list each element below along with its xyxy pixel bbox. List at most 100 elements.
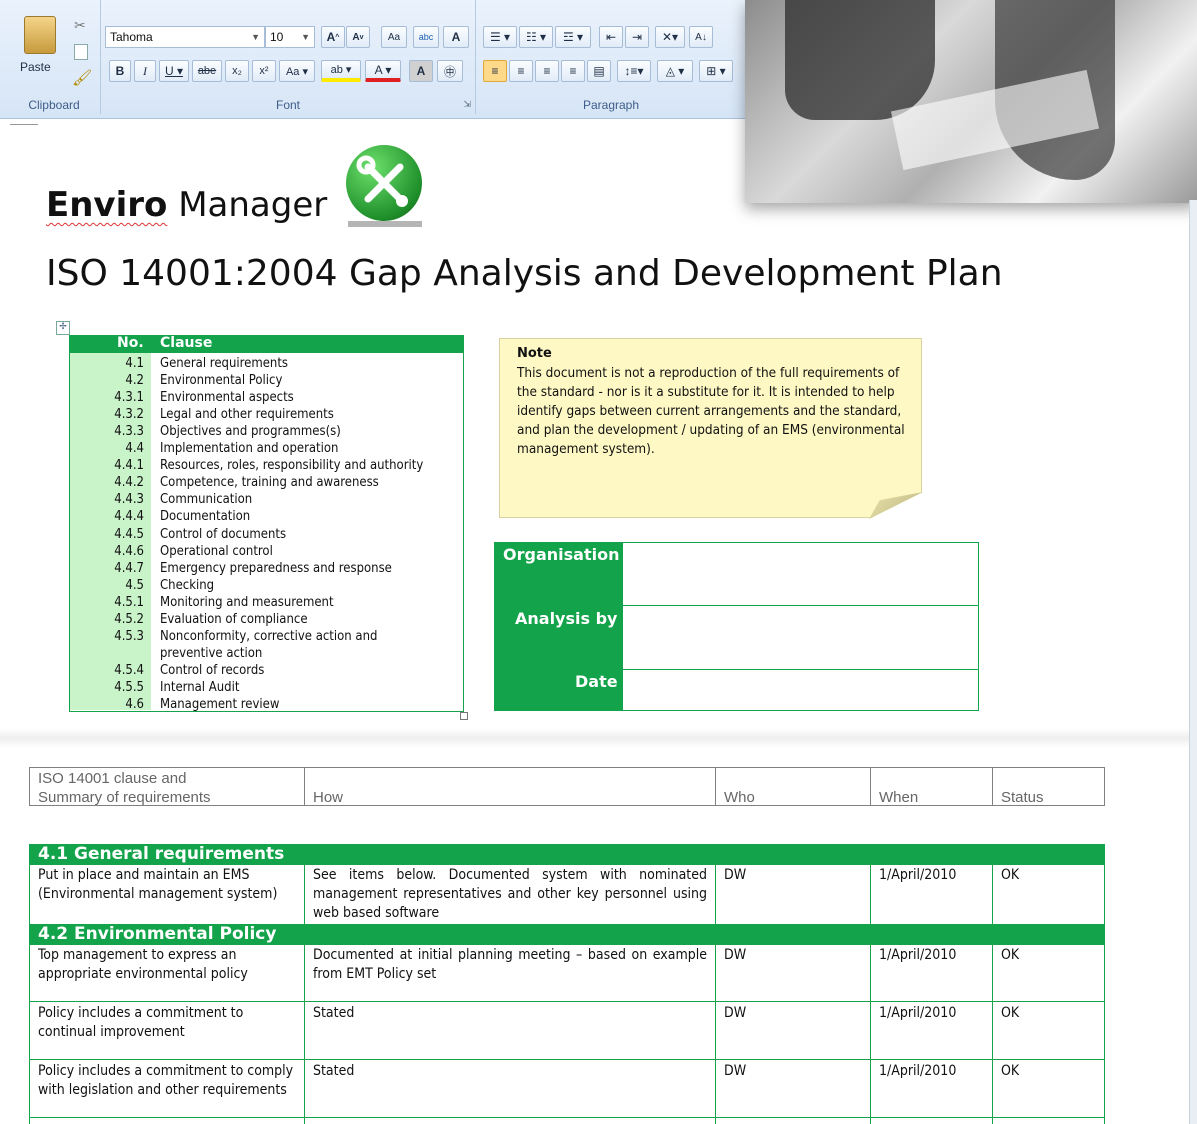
row-requirement[interactable]: Policy includes a commitment to continua… <box>29 1002 304 1042</box>
font-color-button[interactable]: A ▾ <box>365 60 401 82</box>
change-case-button[interactable]: Aa ▾ <box>279 60 315 82</box>
strikethrough-button[interactable]: abe <box>192 60 222 82</box>
grid-line <box>1104 844 1105 1124</box>
clause-label: Monitoring and measurement <box>160 594 334 610</box>
row-when[interactable]: 1/April/2010 <box>870 1060 992 1081</box>
row-who[interactable]: DW <box>715 864 870 885</box>
clause-number: 4.4.1 <box>114 458 144 474</box>
align-right-button[interactable]: ≡ <box>535 60 559 82</box>
row-who[interactable]: DW <box>715 1060 870 1081</box>
table-move-handle-icon[interactable]: ✢ <box>56 321 70 335</box>
clause-label: Implementation and operation <box>160 441 339 457</box>
clause-label: Control of documents <box>160 526 287 542</box>
brand-title: Enviro Manager <box>46 185 327 225</box>
shading-button[interactable]: ◬ ▾ <box>657 60 693 82</box>
row-who[interactable]: DW <box>715 944 870 965</box>
note-title: Note <box>517 346 552 361</box>
multilevel-list-button[interactable]: ☲ ▾ <box>555 26 591 48</box>
align-left-button[interactable]: ≡ <box>483 60 507 82</box>
row-status[interactable]: OK <box>992 944 1104 965</box>
shrink-font-button[interactable]: Av <box>346 26 370 48</box>
asian-layout-button[interactable]: ✕▾ <box>655 26 685 48</box>
font-family-select[interactable]: Tahoma ▼ <box>105 26 265 48</box>
clause-number: 4.5.5 <box>114 679 144 695</box>
font-size-value: 10 <box>270 30 284 44</box>
clause-label: Nonconformity, corrective action and <box>160 628 378 644</box>
highlight-color-button[interactable]: ab ▾ <box>321 60 361 82</box>
row-requirement[interactable]: Policy includes a commitment to comply w… <box>29 1060 304 1100</box>
clause-number: 4.5.4 <box>114 662 144 678</box>
cut-icon[interactable]: ✂ <box>74 18 86 34</box>
clause-number: 4.5 <box>125 577 144 593</box>
clause-number: 4.4.2 <box>114 475 144 491</box>
superscript-button[interactable]: x² <box>252 60 276 82</box>
paste-icon[interactable] <box>24 16 56 54</box>
paragraph-group-title: Paragraph <box>582 98 640 112</box>
organisation-field[interactable] <box>624 543 978 605</box>
bullets-button[interactable]: ☰ ▾ <box>483 26 517 48</box>
clause-label: Control of records <box>160 662 265 678</box>
font-size-select[interactable]: 10 ▼ <box>265 26 315 48</box>
increase-indent-button[interactable]: ⇥ <box>625 26 649 48</box>
document-title: ISO 14001:2004 Gap Analysis and Developm… <box>46 253 1003 294</box>
grid-line <box>870 944 871 1124</box>
header-clause-summary: ISO 14001 clause and Summary of requirem… <box>29 767 304 807</box>
row-how[interactable]: Stated <box>304 1060 715 1081</box>
row-requirement[interactable]: Top management to express an appropriate… <box>29 944 304 984</box>
decrease-indent-button[interactable]: ⇤ <box>599 26 623 48</box>
clause-number: 4.4.7 <box>114 560 144 576</box>
line-spacing-button[interactable]: ↕≡▾ <box>617 60 651 82</box>
subscript-button[interactable]: x₂ <box>225 60 249 82</box>
row-when[interactable]: 1/April/2010 <box>870 944 992 965</box>
paste-button[interactable]: Paste <box>20 60 51 74</box>
clear-formatting-icon[interactable]: Aa <box>381 26 407 48</box>
date-field[interactable] <box>624 670 978 710</box>
clause-number: 4.6 <box>125 697 144 712</box>
copy-icon[interactable] <box>74 44 88 60</box>
row-when[interactable]: 1/April/2010 <box>870 1002 992 1023</box>
font-group-title: Font <box>275 98 300 112</box>
sort-button[interactable]: A↓ <box>689 26 713 48</box>
align-center-button[interactable]: ≡ <box>509 60 533 82</box>
row-how[interactable]: See items below. Documented system with … <box>304 864 715 923</box>
grow-font-button[interactable]: A ^ <box>321 26 345 48</box>
row-when[interactable]: 1/April/2010 <box>870 864 992 885</box>
font-family-value: Tahoma <box>110 30 153 44</box>
font-group: Tahoma ▼ 10 ▼ A ^ Av Aa abc A B I U ▾ abe x… <box>101 0 476 114</box>
underline-button[interactable]: U ▾ <box>159 60 189 82</box>
chevron-down-icon: ▼ <box>251 32 260 42</box>
character-shading-button[interactable]: A <box>409 60 433 82</box>
row-who[interactable]: DW <box>715 1002 870 1023</box>
vertical-scrollbar[interactable] <box>1189 200 1197 1124</box>
clause-number: 4.5.3 <box>114 628 144 644</box>
analysis-by-field[interactable] <box>624 606 978 669</box>
clause-label: Evaluation of compliance <box>160 611 308 627</box>
header-no: No. <box>117 335 144 351</box>
header-clause-line2: Summary of requirements <box>38 789 211 806</box>
row-status[interactable]: OK <box>992 1060 1104 1081</box>
row-status[interactable]: OK <box>992 1002 1104 1023</box>
font-dialog-launcher-icon[interactable]: ⇲ <box>463 100 471 110</box>
bold-button[interactable]: B <box>109 60 131 82</box>
borders-button[interactable]: ⊞ ▾ <box>699 60 733 82</box>
row-requirement[interactable]: Put in place and maintain an EMS (Enviro… <box>29 864 304 904</box>
clause-number: 4.4.6 <box>114 543 144 559</box>
table-resize-handle[interactable] <box>460 712 468 720</box>
phonetic-guide-icon[interactable]: abc <box>413 26 439 48</box>
row-how[interactable]: Stated <box>304 1002 715 1023</box>
clause-label: Legal and other requirements <box>160 407 334 423</box>
enclose-characters-icon[interactable]: ㊥ <box>437 60 463 82</box>
note-body: This document is not a reproduction of t… <box>517 365 905 457</box>
clause-label: Resources, roles, responsibility and aut… <box>160 458 424 474</box>
numbering-button[interactable]: ☷ ▾ <box>519 26 553 48</box>
row-status[interactable]: OK <box>992 864 1104 885</box>
distributed-button[interactable]: ▤ <box>587 60 611 82</box>
business-photo <box>745 0 1197 203</box>
row-how[interactable]: Documented at initial planning meeting –… <box>304 944 715 984</box>
justify-button[interactable]: ≡ <box>561 60 585 82</box>
italic-button[interactable]: I <box>134 60 156 82</box>
character-border-icon[interactable]: A <box>443 26 469 48</box>
clause-label: Management review <box>160 697 280 712</box>
format-painter-icon[interactable]: 🖌 <box>72 68 92 87</box>
analysis-by-label: Analysis by <box>515 609 618 628</box>
